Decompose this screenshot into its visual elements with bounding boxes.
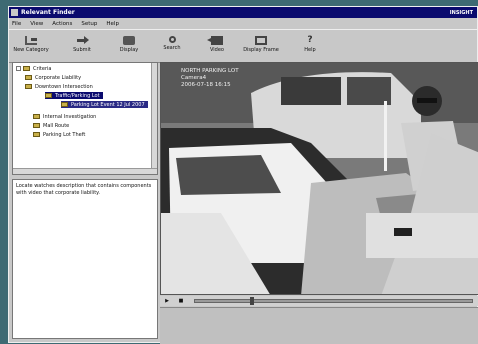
title-right-label: INSIGHT xyxy=(449,9,473,16)
search-label: Search xyxy=(163,45,181,51)
help-label: Help xyxy=(304,47,316,53)
tree-node-parking-lot-theft[interactable]: Parking Lot Theft xyxy=(33,131,85,138)
video-button[interactable]: Video xyxy=(197,32,237,60)
tree-node-downtown-intersection[interactable]: Downtown Intersection xyxy=(25,83,93,90)
tree-node-label: Traffic/Parking Lot xyxy=(55,92,100,99)
display-frame-button[interactable]: Display Frame xyxy=(241,32,281,60)
title-bar: Relevant Finder INSIGHT xyxy=(9,7,477,18)
tree-node-label: Criteria xyxy=(33,65,52,72)
play-icon[interactable]: ▶ xyxy=(162,298,172,304)
video-viewer[interactable]: NORTH PARKING LOT Camera4 2006-07-18 16:… xyxy=(160,62,478,295)
menu-bar: File View Actions Setup Help xyxy=(9,19,477,28)
overlay-line: NORTH PARKING LOT xyxy=(181,68,239,74)
playback-bar: ▶ ■ xyxy=(160,296,478,306)
tree-horizontal-scrollbar[interactable] xyxy=(13,168,157,174)
tree-node-criteria[interactable]: Criteria xyxy=(16,65,51,72)
video-icon xyxy=(207,36,223,45)
new-category-button[interactable]: New Category xyxy=(11,32,51,60)
tree-node-label: Internal Investigation xyxy=(43,113,97,120)
video-label: Video xyxy=(209,47,224,53)
expand-toggle[interactable] xyxy=(16,66,21,71)
menu-actions[interactable]: Actions xyxy=(52,21,72,27)
folder-icon xyxy=(33,132,40,137)
display-icon xyxy=(123,36,135,45)
menu-help[interactable]: Help xyxy=(106,21,119,27)
toolbar: New Category Submit Display Search Video… xyxy=(9,29,477,63)
tree-node-traffic-parking-lot[interactable]: Traffic/Parking Lot xyxy=(45,92,103,99)
window-title: Relevant Finder xyxy=(21,9,75,16)
slider-thumb[interactable] xyxy=(249,297,254,305)
search-button[interactable]: Search xyxy=(152,32,192,60)
tree-node-internal-investigation[interactable]: Internal Investigation xyxy=(33,113,96,120)
app-icon xyxy=(11,9,18,16)
overlay-line: 2006-07-18 16:15 xyxy=(181,82,231,88)
menu-file[interactable]: File xyxy=(12,21,21,27)
folder-icon xyxy=(33,114,40,119)
tree-node-label: Parking Lot Event 12 Jul 2007 xyxy=(71,101,145,108)
tree-node-mall-route[interactable]: Mall Route xyxy=(33,122,69,129)
tree-node-label: Corporate Liability xyxy=(35,74,82,81)
tree-node-parking-lot-event[interactable]: Parking Lot Event 12 Jul 2007 xyxy=(61,101,148,108)
display-frame-label: Display Frame xyxy=(243,47,279,53)
display-label: Display xyxy=(119,47,139,53)
folder-icon xyxy=(23,66,30,71)
display-button[interactable]: Display xyxy=(109,32,149,60)
tree-node-label: Parking Lot Theft xyxy=(43,131,86,138)
video-overlay-text: NORTH PARKING LOT Camera4 2006-07-18 16:… xyxy=(181,68,239,89)
help-icon: ? xyxy=(307,35,313,45)
help-button[interactable]: ? Help xyxy=(290,32,330,60)
frame-icon xyxy=(255,36,267,45)
folder-icon xyxy=(61,102,68,107)
search-icon xyxy=(168,36,176,43)
overlay-line: Camera4 xyxy=(181,75,207,81)
tree-icon xyxy=(25,36,37,45)
submit-button[interactable]: Submit xyxy=(62,32,102,60)
new-category-label: New Category xyxy=(13,47,49,53)
tree-node-label: Mall Route xyxy=(43,122,70,129)
app-window: Relevant Finder INSIGHT File View Action… xyxy=(8,6,478,344)
tree-vertical-scrollbar[interactable] xyxy=(151,63,157,174)
menu-setup[interactable]: Setup xyxy=(81,21,97,27)
playback-slider[interactable] xyxy=(194,297,473,305)
video-frame xyxy=(161,63,478,294)
menu-view[interactable]: View xyxy=(30,21,43,27)
folder-icon xyxy=(25,84,32,89)
arrow-icon xyxy=(76,36,89,45)
folder-icon xyxy=(25,75,32,80)
submit-label: Submit xyxy=(73,47,91,53)
tree-node-corporate-liability[interactable]: Corporate Liability xyxy=(25,74,81,81)
description-panel[interactable]: Locate watches description that contains… xyxy=(12,179,158,339)
lower-panel xyxy=(160,307,478,344)
tree-node-label: Downtown Intersection xyxy=(35,83,93,90)
folder-icon xyxy=(45,93,52,98)
stop-icon[interactable]: ■ xyxy=(176,298,186,304)
description-text: Locate watches description that contains… xyxy=(16,183,152,196)
folder-icon xyxy=(33,123,40,128)
category-tree[interactable]: Criteria Corporate Liability Downtown In… xyxy=(12,62,158,175)
